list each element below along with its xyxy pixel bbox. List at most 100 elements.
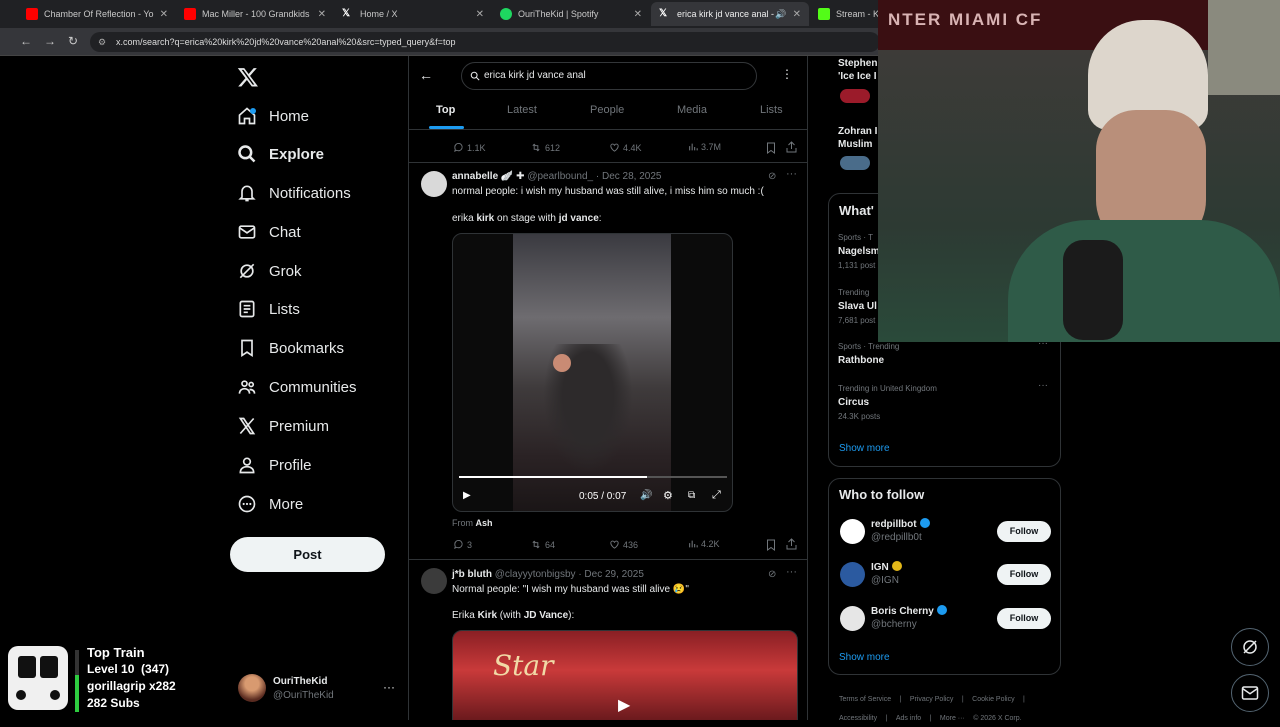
avatar[interactable] — [421, 171, 447, 197]
x-logo-icon[interactable] — [237, 66, 259, 88]
follow-button[interactable]: Follow — [997, 564, 1051, 585]
sidebar-item-premium[interactable]: Premium — [236, 411, 329, 441]
back-arrow-icon[interactable]: ← — [20, 34, 32, 48]
sidebar-item-bookmarks[interactable]: Bookmarks — [236, 333, 344, 363]
more-options-icon[interactable]: ··· — [786, 566, 797, 578]
sidebar-item-communities[interactable]: Communities — [236, 372, 357, 402]
sidebar-item-grok[interactable]: Grok — [236, 256, 302, 286]
forward-arrow-icon[interactable]: → — [44, 34, 56, 48]
url-field[interactable]: ⚙ x.com/search?q=erica%20kirk%20jd%20van… — [90, 32, 880, 52]
repost-button[interactable]: 612 — [530, 142, 560, 153]
footer-link[interactable]: More ··· — [940, 715, 965, 722]
back-arrow-icon[interactable]: ← — [419, 67, 433, 83]
close-icon[interactable]: ✕ — [476, 9, 484, 20]
account-menu-icon[interactable]: ··· — [383, 680, 395, 694]
sidebar-item-profile[interactable]: Profile — [236, 450, 312, 480]
tab-media[interactable]: Media — [677, 104, 707, 116]
messages-fab[interactable] — [1231, 674, 1269, 712]
speaker-icon[interactable]: 🔊 — [775, 9, 786, 20]
sidebar-item-explore[interactable]: Explore — [236, 139, 324, 169]
play-icon[interactable]: ▶ — [463, 490, 471, 501]
sidebar-item-lists[interactable]: Lists — [236, 294, 300, 324]
like-button[interactable]: 4.4K — [609, 142, 642, 153]
footer-link[interactable]: Accessibility — [839, 715, 877, 722]
sidebar-item-chat[interactable]: Chat — [236, 217, 301, 247]
sidebar-item-home[interactable]: Home — [236, 101, 309, 131]
avatar[interactable] — [840, 606, 865, 631]
fullscreen-icon[interactable]: ⤢ — [712, 489, 721, 502]
more-options-icon[interactable]: ··· — [1038, 380, 1048, 391]
tweet-date[interactable]: · Dec 28, 2025 — [596, 171, 662, 182]
footer-link[interactable]: Privacy Policy — [910, 696, 954, 703]
site-info-icon[interactable]: ⚙ — [98, 32, 106, 52]
browser-tab[interactable]: Mac Miller - 100 Grandkids ✕ — [176, 2, 334, 26]
browser-tab[interactable]: OuriTheKid | Spotify ✕ — [492, 2, 650, 26]
volume-icon[interactable]: 🔊 — [640, 490, 652, 501]
like-button[interactable]: 436 — [609, 539, 638, 550]
video-player[interactable]: ▶ 0:05 / 0:07 🔊 ⚙ ⧉ ⤢ — [452, 233, 733, 512]
trend-name[interactable]: Nagelsm — [838, 246, 880, 257]
play-icon[interactable]: ▶ — [618, 695, 630, 715]
source-name[interactable]: Ash — [476, 518, 493, 528]
browser-tab[interactable]: 𝕏 Home / X ✕ — [334, 2, 492, 26]
suggestion-name[interactable]: Boris Cherny — [871, 606, 934, 617]
grok-fab[interactable] — [1231, 628, 1269, 666]
close-icon[interactable]: ✕ — [793, 9, 801, 20]
avatar[interactable] — [840, 562, 865, 587]
video-player[interactable]: Star ▶ — [452, 630, 798, 720]
trend-name[interactable]: Zohran I — [838, 126, 877, 137]
repost-button[interactable]: 64 — [530, 539, 555, 550]
close-icon[interactable]: ✕ — [634, 9, 642, 20]
more-options-icon[interactable]: ··· — [786, 168, 797, 180]
settings-icon[interactable]: ⚙ — [663, 489, 673, 502]
share-icon[interactable] — [786, 140, 797, 158]
pip-icon[interactable]: ⧉ — [688, 490, 695, 501]
tab-lists[interactable]: Lists — [760, 104, 783, 116]
grok-icon[interactable]: ⊘ — [768, 171, 776, 182]
reply-button[interactable]: 1.1K — [453, 142, 486, 153]
show-more-link[interactable]: Show more — [839, 443, 890, 454]
avatar[interactable] — [238, 674, 266, 702]
author-handle[interactable]: @clayyytonbigsby — [495, 569, 576, 580]
trend-name[interactable]: Stephen — [838, 58, 877, 69]
trend-name[interactable]: Circus — [838, 397, 869, 408]
search-input[interactable]: erica kirk jd vance anal — [461, 62, 757, 90]
reply-button[interactable]: 3 — [453, 539, 472, 550]
browser-tab-active[interactable]: 𝕏 erica kirk jd vance anal - Se 🔊 ✕ — [651, 2, 809, 26]
show-more-link[interactable]: Show more — [839, 652, 890, 663]
tab-people[interactable]: People — [590, 104, 624, 116]
bookmark-icon[interactable] — [766, 538, 776, 556]
views-button[interactable]: 4.2K — [688, 539, 720, 549]
video-progress-track[interactable] — [459, 476, 727, 478]
tweet-date[interactable]: · Dec 29, 2025 — [578, 569, 644, 580]
sidebar-item-more[interactable]: More — [236, 489, 303, 519]
browser-tab[interactable]: Stream - Ki — [810, 2, 878, 26]
avatar[interactable] — [840, 519, 865, 544]
avatar[interactable] — [421, 568, 447, 594]
browser-tab[interactable]: Chamber Of Reflection - YouTube ✕ — [18, 2, 176, 26]
footer-link[interactable]: Ads info — [896, 715, 921, 722]
tab-latest[interactable]: Latest — [507, 104, 537, 116]
footer-link[interactable]: Terms of Service — [839, 696, 891, 703]
post-button[interactable]: Post — [230, 537, 385, 572]
follow-button[interactable]: Follow — [997, 521, 1051, 542]
author-name[interactable]: j*b bluth — [452, 569, 492, 580]
suggestion-name[interactable]: redpillbot — [871, 519, 917, 530]
trend-name[interactable]: Slava Ul — [838, 301, 877, 312]
author-name[interactable]: annabelle — [452, 171, 498, 182]
author-handle[interactable]: @pearlbound_ — [527, 171, 593, 182]
more-options-icon[interactable]: ⋮ — [781, 67, 794, 81]
views-button[interactable]: 3.7M — [688, 142, 721, 152]
reload-icon[interactable]: ↻ — [68, 34, 78, 48]
tab-top[interactable]: Top — [436, 104, 455, 116]
bookmark-icon[interactable] — [766, 141, 776, 159]
close-icon[interactable]: ✕ — [318, 9, 326, 20]
footer-link[interactable]: Cookie Policy — [972, 696, 1014, 703]
follow-button[interactable]: Follow — [997, 608, 1051, 629]
grok-icon[interactable]: ⊘ — [768, 569, 776, 580]
share-icon[interactable] — [786, 537, 797, 555]
trend-subtitle[interactable]: Muslim — [838, 139, 872, 150]
close-icon[interactable]: ✕ — [160, 9, 168, 20]
sidebar-item-notifications[interactable]: Notifications — [236, 178, 351, 208]
trend-name[interactable]: Rathbone — [838, 355, 884, 366]
